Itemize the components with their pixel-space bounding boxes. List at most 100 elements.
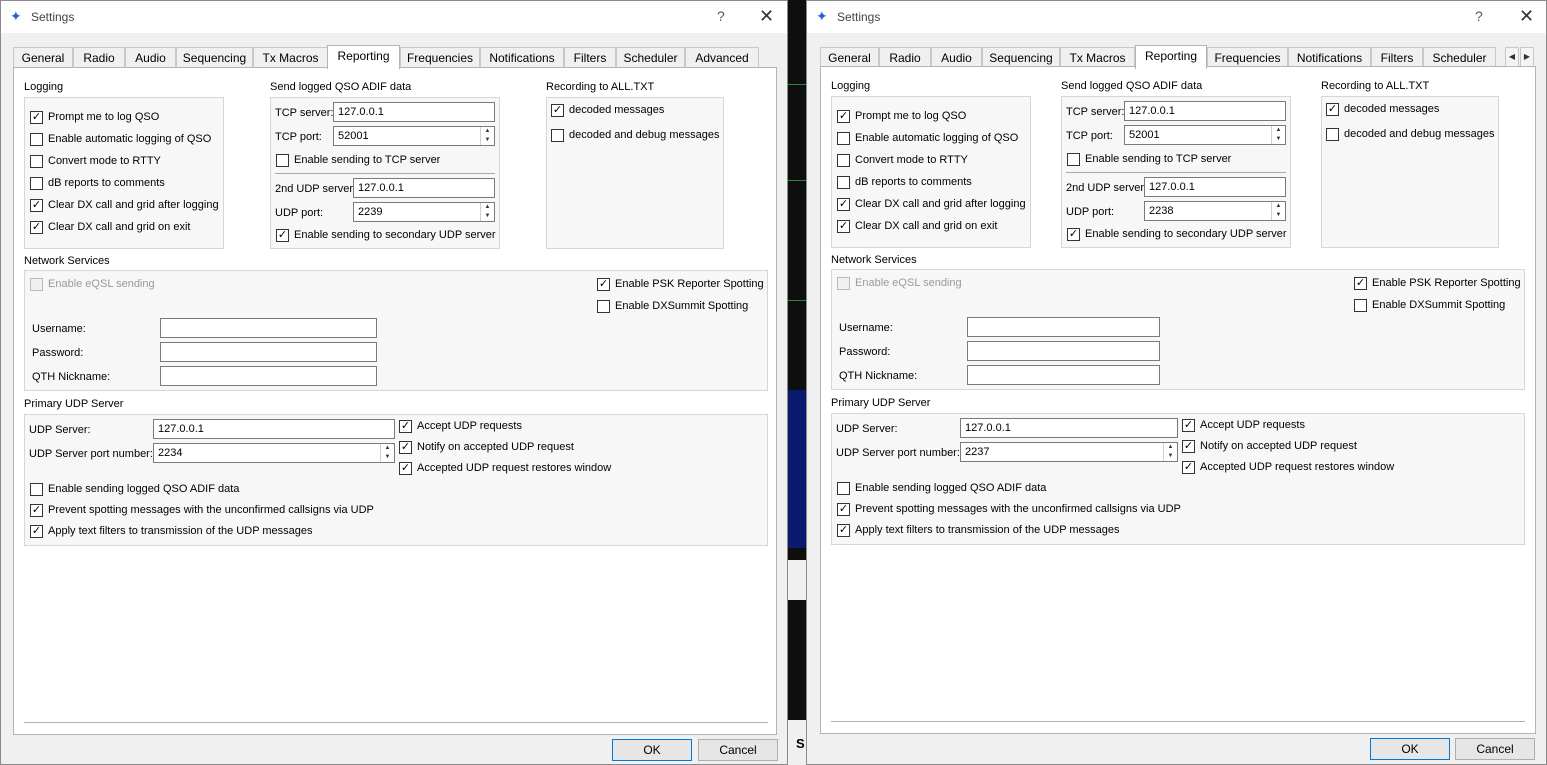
checkbox[interactable]: ✓: [1182, 461, 1195, 474]
ok-button[interactable]: OK: [612, 739, 692, 761]
checkbox[interactable]: [276, 154, 289, 167]
checkbox[interactable]: [1067, 153, 1080, 166]
checkbox[interactable]: [30, 155, 43, 168]
checkbox[interactable]: ✓: [837, 524, 850, 537]
tab-sequencing[interactable]: Sequencing: [176, 47, 253, 68]
checkbox[interactable]: ✓: [399, 441, 412, 454]
checkbox[interactable]: ✓: [837, 503, 850, 516]
tab-scheduler[interactable]: Scheduler: [1423, 47, 1496, 68]
udp-box: UDP Server: 127.0.0.1 UDP Server port nu…: [831, 413, 1525, 545]
udp-server-input[interactable]: 127.0.0.1: [960, 418, 1178, 438]
udp2-server-input[interactable]: 127.0.0.1: [353, 178, 495, 198]
spin-buttons[interactable]: ▲ ▼: [480, 127, 494, 145]
checkbox[interactable]: [551, 129, 564, 142]
checkbox[interactable]: [837, 277, 850, 290]
tab-general[interactable]: General: [13, 47, 73, 68]
checkbox[interactable]: ✓: [1182, 440, 1195, 453]
udp-port-spinbox[interactable]: 2239 ▲ ▼: [353, 202, 495, 222]
tab-notifications[interactable]: Notifications: [1288, 47, 1371, 68]
spin-buttons[interactable]: ▲ ▼: [480, 203, 494, 221]
waterfall-line: [787, 180, 807, 181]
tab-audio[interactable]: Audio: [931, 47, 982, 68]
checkbox[interactable]: [30, 483, 43, 496]
tab-radio[interactable]: Radio: [879, 47, 931, 68]
udp2-server-input[interactable]: 127.0.0.1: [1144, 177, 1286, 197]
checkbox[interactable]: ✓: [551, 104, 564, 117]
qth-input[interactable]: [160, 366, 377, 386]
checkbox[interactable]: [837, 482, 850, 495]
cancel-button[interactable]: Cancel: [1455, 738, 1535, 760]
checkbox[interactable]: ✓: [1354, 277, 1367, 290]
spin-buttons[interactable]: ▲ ▼: [1163, 443, 1177, 461]
tab-scroll-right-icon[interactable]: ▶: [1520, 47, 1534, 67]
help-icon[interactable]: ?: [1475, 8, 1483, 24]
close-icon[interactable]: ✕: [1519, 6, 1534, 27]
checkbox[interactable]: [837, 154, 850, 167]
tcp-server-input[interactable]: 127.0.0.1: [333, 102, 495, 122]
separator: [275, 173, 495, 174]
checkbox[interactable]: ✓: [276, 229, 289, 242]
tab-notifications[interactable]: Notifications: [480, 47, 564, 68]
tab-scroll-left-icon[interactable]: ◀: [1505, 47, 1519, 67]
checkbox[interactable]: [837, 132, 850, 145]
close-icon[interactable]: ✕: [759, 6, 774, 27]
tab-reporting[interactable]: Reporting: [1135, 45, 1207, 69]
udp-port-spinbox[interactable]: 2238 ▲ ▼: [1144, 201, 1286, 221]
checkbox[interactable]: [1354, 299, 1367, 312]
checkbox[interactable]: ✓: [837, 220, 850, 233]
tcp-port-spinbox[interactable]: 52001 ▲ ▼: [333, 126, 495, 146]
password-input[interactable]: [160, 342, 377, 362]
checkbox[interactable]: ✓: [597, 278, 610, 291]
checkbox[interactable]: [30, 278, 43, 291]
tcp-server-input[interactable]: 127.0.0.1: [1124, 101, 1286, 121]
checkbox[interactable]: [837, 176, 850, 189]
udp-server-port-spinbox[interactable]: 2234 ▲ ▼: [153, 443, 395, 463]
spin-buttons[interactable]: ▲ ▼: [1271, 126, 1285, 144]
spin-buttons[interactable]: ▲ ▼: [380, 444, 394, 462]
username-input[interactable]: [160, 318, 377, 338]
help-icon[interactable]: ?: [717, 8, 725, 24]
tab-sequencing[interactable]: Sequencing: [982, 47, 1060, 68]
tab-audio[interactable]: Audio: [125, 47, 176, 68]
checkbox[interactable]: [30, 133, 43, 146]
tab-frequencies[interactable]: Frequencies: [400, 47, 480, 68]
checkbox[interactable]: ✓: [30, 504, 43, 517]
tab-scheduler[interactable]: Scheduler: [616, 47, 685, 68]
tab-filters[interactable]: Filters: [564, 47, 616, 68]
logging-box: ✓ Prompt me to log QSO Enable automatic l…: [24, 97, 224, 249]
checkbox[interactable]: ✓: [30, 221, 43, 234]
password-input[interactable]: [967, 341, 1160, 361]
checkbox[interactable]: ✓: [30, 199, 43, 212]
udp-server-input[interactable]: 127.0.0.1: [153, 419, 395, 439]
checkbox[interactable]: ✓: [30, 111, 43, 124]
checkbox[interactable]: ✓: [1067, 228, 1080, 241]
cancel-button[interactable]: Cancel: [698, 739, 778, 761]
checkbox[interactable]: [30, 177, 43, 190]
checkbox[interactable]: [1326, 128, 1339, 141]
separator: [1066, 172, 1286, 173]
checkbox[interactable]: ✓: [1182, 419, 1195, 432]
checkbox[interactable]: ✓: [837, 198, 850, 211]
checkbox[interactable]: ✓: [837, 110, 850, 123]
tcp-port-spinbox[interactable]: 52001 ▲ ▼: [1124, 125, 1286, 145]
tcp-port-label: TCP port:: [1066, 130, 1113, 142]
username-input[interactable]: [967, 317, 1160, 337]
checkbox[interactable]: ✓: [399, 462, 412, 475]
tab-general[interactable]: General: [820, 47, 879, 68]
ok-button[interactable]: OK: [1370, 738, 1450, 760]
tab-tx-macros[interactable]: Tx Macros: [1060, 47, 1135, 68]
tab-tx-macros[interactable]: Tx Macros: [253, 47, 328, 68]
checkbox[interactable]: [597, 300, 610, 313]
tab-advanced[interactable]: Advanced: [685, 47, 759, 68]
tab-radio[interactable]: Radio: [73, 47, 125, 68]
tab-frequencies[interactable]: Frequencies: [1207, 47, 1288, 68]
checkbox[interactable]: ✓: [399, 420, 412, 433]
qth-input[interactable]: [967, 365, 1160, 385]
tab-filters[interactable]: Filters: [1371, 47, 1423, 68]
logging-title: Logging: [831, 80, 871, 92]
checkbox[interactable]: ✓: [1326, 103, 1339, 116]
udp-server-port-spinbox[interactable]: 2237 ▲ ▼: [960, 442, 1178, 462]
checkbox[interactable]: ✓: [30, 525, 43, 538]
spin-buttons[interactable]: ▲ ▼: [1271, 202, 1285, 220]
tab-reporting[interactable]: Reporting: [327, 45, 400, 69]
